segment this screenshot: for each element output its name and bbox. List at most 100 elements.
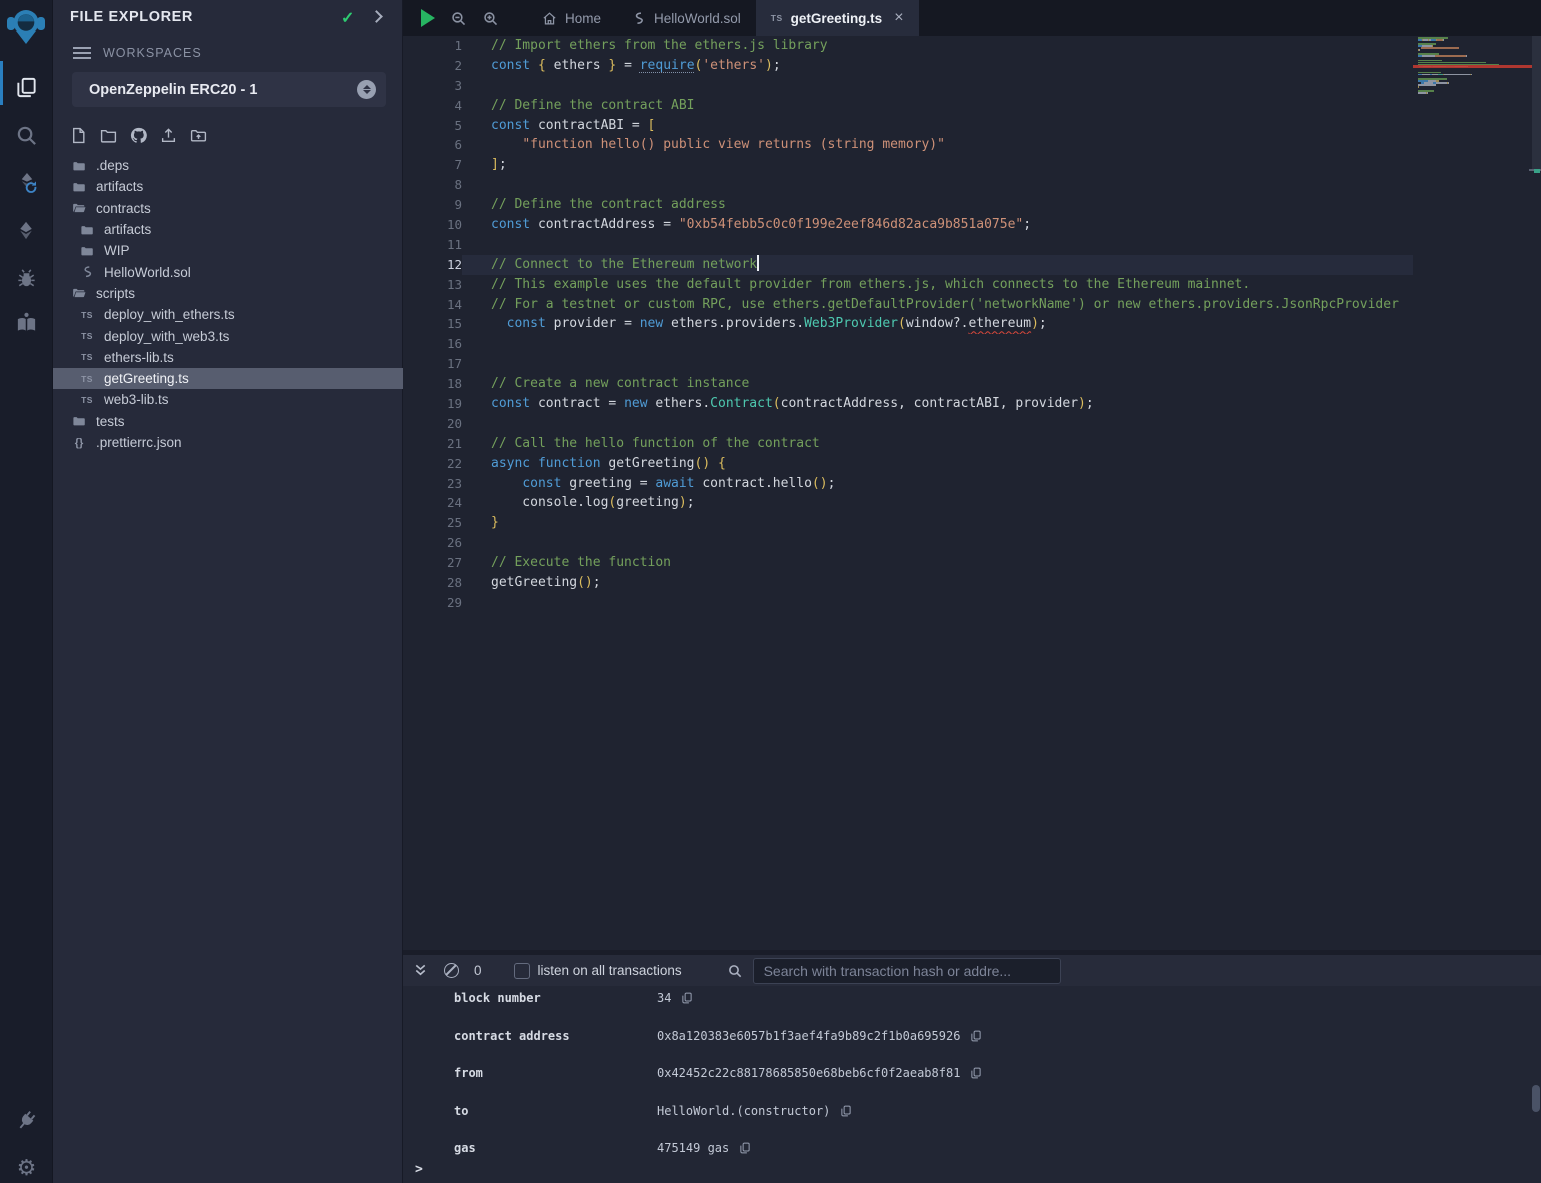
- tree-item-web3-lib-ts[interactable]: TSweb3-lib.ts: [53, 389, 403, 410]
- minimap-error-marker: [1413, 65, 1532, 67]
- debugger-icon[interactable]: [0, 262, 53, 294]
- zoom-out-icon[interactable]: [450, 10, 467, 27]
- file-toolbar: [69, 126, 207, 144]
- terminal-search-input[interactable]: [753, 958, 1061, 984]
- zoom-in-icon[interactable]: [482, 10, 499, 27]
- code-text: // Execute the function: [462, 553, 1413, 573]
- workspace-name: OpenZeppelin ERC20 - 1: [89, 82, 357, 98]
- code-text: // Connect to the Ethereum network: [462, 255, 1413, 275]
- line-number: 22: [403, 454, 462, 474]
- code-text: const contractABI = [: [462, 116, 1413, 136]
- ts-icon: TS: [79, 352, 95, 362]
- copy-icon[interactable]: [970, 1030, 982, 1045]
- copy-icon[interactable]: [970, 1067, 982, 1082]
- tx-row-value: HelloWorld.(constructor): [657, 1104, 852, 1120]
- tree-item-getgreeting-ts[interactable]: TSgetGreeting.ts: [53, 368, 403, 389]
- settings-icon[interactable]: ⚙: [0, 1152, 53, 1183]
- code-text: // This example uses the default provide…: [462, 275, 1413, 295]
- plugin-manager-icon[interactable]: [0, 1104, 53, 1136]
- code-text: const greeting = await contract.hello();: [462, 474, 1413, 494]
- check-icon[interactable]: ✓: [341, 8, 354, 28]
- workspaces-menu-icon[interactable]: [73, 47, 91, 62]
- line-number: 8: [403, 175, 462, 195]
- chevron-right-icon[interactable]: [370, 10, 383, 23]
- code-editor[interactable]: 1// Import ethers from the ethers.js lib…: [403, 36, 1413, 950]
- terminal-scrollbar[interactable]: [1532, 1085, 1540, 1112]
- tree-item-ethers-lib-ts[interactable]: TS ethers-lib.ts: [53, 347, 403, 368]
- code-line-28: 28getGreeting();: [403, 573, 1413, 593]
- code-line-6: 6 "function hello() public view returns …: [403, 135, 1413, 155]
- tree-item-deploy-with-ethers-ts[interactable]: TSdeploy_with_ethers.ts: [53, 304, 403, 325]
- workspace-sorter-icon[interactable]: [357, 80, 376, 99]
- tree-item-label: deploy_with_ethers.ts: [104, 307, 235, 322]
- tree-item--prettierrc-json[interactable]: {}.prettierrc.json: [53, 432, 403, 453]
- tree-item-artifacts[interactable]: artifacts: [53, 219, 403, 240]
- tree-item-scripts[interactable]: scripts: [53, 283, 403, 304]
- workspace-select[interactable]: OpenZeppelin ERC20 - 1: [72, 72, 386, 107]
- tx-row-contract-address: contract address0x8a120383e6057b1f3aef4f…: [403, 1029, 1541, 1049]
- new-file-icon[interactable]: [69, 126, 87, 144]
- tab-getgreeting-ts[interactable]: TSgetGreeting.ts×: [756, 0, 919, 36]
- new-folder-icon[interactable]: [99, 126, 117, 144]
- import-icon[interactable]: [189, 126, 207, 144]
- remix-ide-window: ⚙ FILE EXPLORER ✓ WORKSPACES OpenZeppeli…: [0, 0, 1541, 1183]
- code-line-15: 15 const provider = new ethers.providers…: [403, 314, 1413, 334]
- tree-item-label: ethers-lib.ts: [104, 350, 174, 365]
- tab-helloworld-sol[interactable]: HelloWorld.sol: [616, 0, 756, 36]
- code-text: [462, 175, 1413, 195]
- learneth-icon[interactable]: [0, 306, 53, 338]
- terminal-search-icon[interactable]: [727, 963, 743, 979]
- line-number: 23: [403, 474, 462, 494]
- code-line-12: 12// Connect to the Ethereum network: [403, 255, 1413, 275]
- deploy-run-icon[interactable]: [0, 215, 53, 247]
- tab-home[interactable]: Home: [527, 0, 616, 36]
- publish-icon[interactable]: [159, 126, 177, 144]
- minimap[interactable]: [1413, 37, 1532, 907]
- editor-scrollbar[interactable]: [1532, 36, 1541, 170]
- code-line-14: 14// For a testnet or custom RPC, use et…: [403, 295, 1413, 315]
- tree-item-contracts[interactable]: contracts: [53, 198, 403, 219]
- folder-icon: [71, 159, 87, 173]
- file-explorer-icon[interactable]: [0, 71, 53, 103]
- solidity-compiler-icon[interactable]: [0, 167, 53, 199]
- tx-row-value: 34: [657, 991, 693, 1007]
- tx-row-value: 0x42452c22c88178685850e68beb6cf0f2aeab8f…: [657, 1066, 982, 1082]
- tree-item--deps[interactable]: .deps: [53, 155, 403, 176]
- code-line-19: 19const contract = new ethers.Contract(c…: [403, 394, 1413, 414]
- tree-item-label: WIP: [104, 243, 130, 258]
- tree-item-deploy-with-web3-ts[interactable]: TSdeploy_with_web3.ts: [53, 325, 403, 346]
- code-text: const contract = new ethers.Contract(con…: [462, 394, 1413, 414]
- tree-item-label: deploy_with_web3.ts: [104, 329, 229, 344]
- listen-label[interactable]: listen on all transactions: [538, 963, 682, 978]
- line-number: 27: [403, 553, 462, 573]
- tab-close-icon[interactable]: ×: [894, 9, 903, 27]
- activity-bar: ⚙: [0, 0, 53, 1183]
- search-icon[interactable]: [0, 119, 53, 151]
- tree-item-helloworld-sol[interactable]: HelloWorld.sol: [53, 261, 403, 282]
- editor-region: HomeHelloWorld.solTSgetGreeting.ts× 1// …: [403, 0, 1541, 950]
- copy-icon[interactable]: [840, 1105, 852, 1120]
- line-number: 6: [403, 135, 462, 155]
- collapse-terminal-icon[interactable]: [413, 963, 428, 978]
- copy-icon[interactable]: [739, 1142, 751, 1157]
- line-number: 20: [403, 414, 462, 434]
- listen-checkbox[interactable]: [514, 963, 530, 979]
- clear-console-icon[interactable]: [444, 963, 459, 978]
- json-icon: {}: [71, 437, 87, 449]
- tree-item-wip[interactable]: WIP: [53, 240, 403, 261]
- code-line-25: 25}: [403, 513, 1413, 533]
- code-line-17: 17: [403, 354, 1413, 374]
- tree-item-tests[interactable]: tests: [53, 411, 403, 432]
- copy-icon[interactable]: [681, 992, 693, 1007]
- code-text: // Import ethers from the ethers.js libr…: [462, 36, 1413, 56]
- remix-logo[interactable]: [2, 2, 50, 50]
- solidity-icon: [79, 265, 95, 279]
- github-icon[interactable]: [129, 126, 147, 144]
- code-text: // For a testnet or custom RPC, use ethe…: [462, 295, 1413, 315]
- run-script-button[interactable]: [421, 9, 435, 27]
- tree-item-artifacts[interactable]: artifacts: [53, 176, 403, 197]
- tree-item-label: web3-lib.ts: [104, 392, 169, 407]
- line-number: 21: [403, 434, 462, 454]
- line-number: 28: [403, 573, 462, 593]
- folder-open-icon: [71, 286, 87, 300]
